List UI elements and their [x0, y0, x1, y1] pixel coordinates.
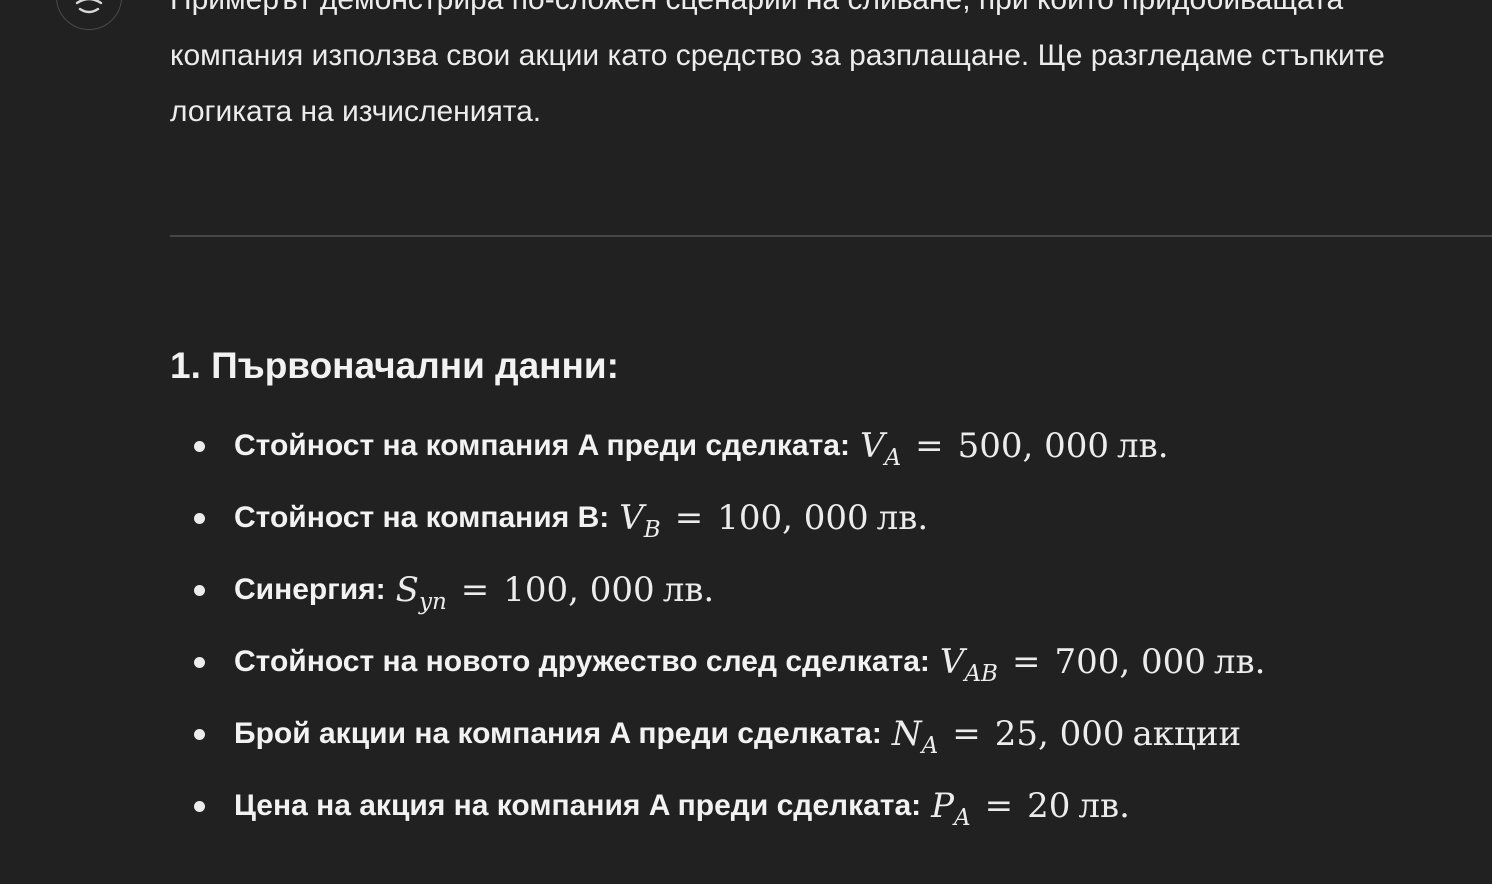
assistant-avatar [56, 0, 122, 30]
math-subscript: A [884, 445, 902, 471]
bullet-icon [194, 801, 205, 812]
intro-line: логиката на изчисленията. [170, 95, 542, 128]
list-item: Цена на акция на компания A преди сделка… [170, 770, 1265, 842]
item-label: Стойност на новото дружество след сделка… [234, 645, 930, 678]
section-heading: 1. Първоначални данни: [170, 345, 619, 386]
math-variable: V [619, 498, 644, 538]
math-value: 700, 000 [1054, 642, 1206, 682]
assistant-logo-icon [75, 0, 103, 14]
math-variable: V [859, 426, 885, 466]
math-value: 25, 000 [994, 714, 1125, 754]
math-variable: P [931, 786, 955, 826]
math-formula: VAB = 700, 000 лв. [939, 642, 1266, 686]
math-value: 100, 000 [717, 498, 869, 538]
bullet-icon [194, 513, 205, 524]
math-formula: NA = 25, 000 акции [891, 714, 1242, 758]
intro-line: Примерът демонстрира по-сложен сценарий … [170, 0, 1492, 28]
bullet-icon [194, 585, 205, 596]
math-subscript: A [954, 805, 971, 831]
math-formula: Syn = 100, 000 лв. [395, 570, 715, 614]
intro-paragraph: Примерът демонстрира по-сложен сценарий … [170, 0, 1492, 140]
math-subscript: B [643, 517, 661, 543]
math-equals: = [952, 714, 981, 754]
math-subscript: AB [964, 661, 998, 687]
intro-line: компания използва свои акции като средст… [170, 39, 1385, 72]
math-unit: акции [1132, 714, 1242, 754]
math-subscript: A [921, 733, 939, 759]
bullet-icon [194, 657, 205, 668]
list-item: Стойност на новото дружество след сделка… [170, 626, 1265, 698]
message-body: Примерът демонстрира по-сложен сценарий … [170, 0, 1492, 160]
list-item: Брой акции на компания A преди сделката:… [170, 698, 1265, 770]
item-label: Синергия: [234, 573, 386, 606]
math-value: 500, 000 [957, 426, 1110, 466]
math-variable: S [395, 570, 419, 610]
bullet-icon [194, 729, 205, 740]
initial-data-list: Стойност на компания A преди сделката: V… [170, 410, 1265, 842]
math-value: 100, 000 [503, 570, 655, 610]
math-unit: лв. [1117, 426, 1169, 466]
math-equals: = [1011, 642, 1041, 682]
math-subscript: yn [418, 589, 447, 615]
math-variable: N [891, 714, 922, 754]
math-variable: V [939, 642, 965, 682]
item-label: Стойност на компания A преди сделката: [234, 429, 850, 462]
math-equals: = [984, 786, 1014, 826]
math-unit: лв. [662, 570, 715, 610]
item-label: Стойност на компания B: [234, 501, 610, 534]
item-label: Цена на акция на компания A преди сделка… [234, 789, 922, 822]
math-equals: = [674, 498, 704, 538]
math-formula: PA = 20 лв. [931, 786, 1130, 830]
math-equals: = [915, 426, 944, 466]
math-unit: лв. [1213, 642, 1266, 682]
math-unit: лв. [876, 498, 929, 538]
horizontal-divider [170, 235, 1492, 237]
math-value: 20 [1027, 786, 1071, 826]
math-unit: лв. [1078, 786, 1130, 826]
bullet-icon [194, 441, 205, 452]
list-item: Синергия: Syn = 100, 000 лв. [170, 554, 1265, 626]
item-label: Брой акции на компания A преди сделката: [234, 717, 882, 750]
math-formula: VB = 100, 000 лв. [619, 498, 929, 542]
math-formula: VA = 500, 000 лв. [859, 426, 1169, 470]
list-item: Стойност на компания B: VB = 100, 000 лв. [170, 482, 1265, 554]
math-equals: = [460, 570, 490, 610]
list-item: Стойност на компания A преди сделката: V… [170, 410, 1265, 482]
